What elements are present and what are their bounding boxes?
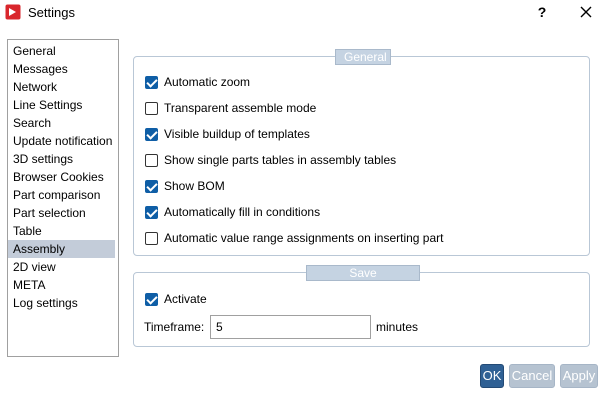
- option-label: Visible buildup of templates: [164, 127, 310, 141]
- option-checkbox[interactable]: [145, 153, 158, 167]
- category-item[interactable]: Browser Cookies: [8, 168, 118, 186]
- category-item[interactable]: 3D settings: [8, 150, 118, 168]
- category-item[interactable]: Assembly: [8, 240, 115, 258]
- option-checkbox[interactable]: [145, 101, 158, 115]
- settings-category-list[interactable]: General Messages Network Line Settings Searc…: [7, 39, 119, 357]
- category-item[interactable]: META: [8, 276, 118, 294]
- option-checkbox[interactable]: [145, 205, 158, 219]
- option-row[interactable]: Automatic value range assignments on ins…: [145, 230, 444, 246]
- option-row[interactable]: Visible buildup of templates: [145, 126, 310, 142]
- option-row[interactable]: Show BOM: [145, 178, 225, 194]
- timeframe-unit: minutes: [376, 320, 419, 334]
- option-label: Automatically fill in conditions: [164, 205, 321, 219]
- category-item[interactable]: General: [8, 42, 118, 60]
- category-item[interactable]: Messages: [8, 60, 118, 78]
- category-item[interactable]: Part comparison: [8, 186, 118, 204]
- option-label: Show single parts tables in assembly tab…: [164, 153, 397, 167]
- category-item[interactable]: 2D view: [8, 258, 118, 276]
- option-row[interactable]: Show single parts tables in assembly tab…: [145, 152, 396, 168]
- option-row[interactable]: Automatic zoom: [145, 74, 250, 90]
- window-title: Settings: [28, 5, 75, 20]
- general-group: General Automatic zoom Transparent assemb…: [133, 49, 590, 256]
- timeframe-label: Timeframe:: [144, 320, 205, 334]
- ok-button[interactable]: OK: [480, 364, 504, 388]
- apply-button[interactable]: Apply: [560, 364, 598, 388]
- category-item[interactable]: Line Settings: [8, 96, 118, 114]
- save-automatically-group: Save automatically Activate Timeframe: m…: [133, 265, 590, 347]
- close-icon[interactable]: [574, 0, 598, 24]
- category-item[interactable]: Log settings: [8, 294, 118, 312]
- category-item[interactable]: Search: [8, 114, 118, 132]
- option-label: Automatic zoom: [164, 75, 251, 89]
- option-checkbox[interactable]: [145, 127, 158, 141]
- option-checkbox[interactable]: [145, 231, 158, 245]
- save-group-legend: Save automatically: [306, 265, 420, 295]
- activate-label: Activate: [164, 292, 207, 306]
- option-label: Transparent assemble mode: [164, 101, 317, 115]
- option-checkbox[interactable]: [145, 179, 158, 193]
- option-checkbox[interactable]: [145, 75, 158, 89]
- category-item[interactable]: Network: [8, 78, 118, 96]
- option-label: Automatic value range assignments on ins…: [164, 231, 444, 245]
- category-item[interactable]: Update notification: [8, 132, 118, 150]
- activate-checkbox[interactable]: [145, 292, 158, 306]
- category-item[interactable]: Table: [8, 222, 118, 240]
- general-group-legend: General: [335, 49, 391, 65]
- timeframe-input[interactable]: [210, 315, 371, 339]
- category-item[interactable]: Part selection: [8, 204, 118, 222]
- cancel-button[interactable]: Cancel: [509, 364, 555, 388]
- option-row[interactable]: Transparent assemble mode: [145, 100, 316, 116]
- help-button[interactable]: ?: [530, 0, 554, 24]
- app-logo-icon: [5, 4, 21, 20]
- option-row[interactable]: Automatically fill in conditions: [145, 204, 320, 220]
- activate-checkbox-row[interactable]: Activate: [145, 291, 207, 307]
- title-bar: Settings ?: [0, 0, 606, 25]
- option-label: Show BOM: [164, 179, 225, 193]
